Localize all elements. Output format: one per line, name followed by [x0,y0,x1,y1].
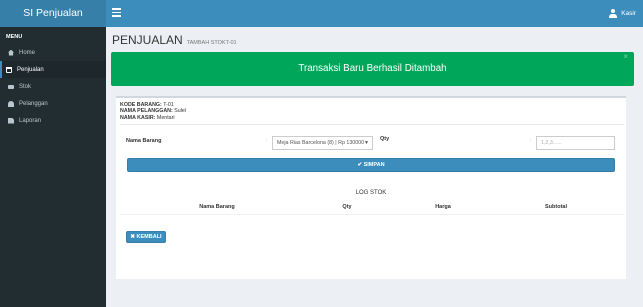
back-button[interactable]: ✖ KEMBALI [126,231,166,243]
success-alert: × Transaksi Baru Berhasil Ditambah [111,52,634,86]
home-icon [8,49,14,56]
table-divider [120,214,624,215]
qty-label: Qty [380,136,390,142]
qty-input[interactable]: 1,2,3...... [536,136,615,150]
chevron-down-icon: ▼ [364,140,369,146]
main-content: PENJUALAN TAMBAH STOKT-01 × Transaksi Bar… [106,27,643,307]
page-title: PENJUALAN TAMBAH STOKT-01 [112,33,237,47]
nama-kasir-value: Mentari [156,114,175,121]
page-title-text: PENJUALAN [112,33,183,47]
sidebar-item-home[interactable]: Home [0,44,106,61]
nama-barang-label: Nama Barang [126,138,162,144]
column-header-subtotal: Subtotal [545,204,567,210]
close-icon[interactable]: × [623,40,628,74]
sidebar-item-stok[interactable]: Stok [0,78,106,95]
select-value: Meja Rias Barcelona (8) | Rp 130000 [277,140,365,146]
nama-kasir-label: NAMA KASIR: [120,114,156,121]
save-button[interactable]: ✔ SIMPAN [127,158,615,172]
user-icon [609,9,618,18]
sidebar-menu-header: MENU [6,34,23,40]
divider [120,124,624,125]
qty-colon: : [530,138,532,144]
sidebar-item-label: Home [19,49,36,56]
sidebar-item-label: Pelanggan [19,100,48,107]
page-subtitle: TAMBAH STOKT-01 [186,40,237,46]
sidebar-item-label: Stok [19,83,32,90]
nama-barang-colon: : [266,138,268,144]
transaction-info: KODE BARANG: T-01 NAMA PELANGGAN: Sulel … [120,102,186,121]
transaction-box: KODE BARANG: T-01 NAMA PELANGGAN: Sulel … [116,96,626,279]
column-header-qty: Qty [342,204,352,210]
nama-barang-select[interactable]: Meja Rias Barcelona (8) | Rp 130000 ▼ [272,136,373,150]
sidebar-item-penjualan[interactable]: Penjualan [0,61,106,78]
user-menu[interactable]: Kasir [609,0,636,27]
log-stok-title: LOG STOK [355,190,387,196]
kode-barang-value: T-01 [163,102,174,108]
top-navbar: SI Penjualan Kasir [0,0,643,27]
sidebar-item-label: Penjualan [17,66,44,73]
column-header-harga: Harga [435,204,451,210]
sidebar-toggle-icon[interactable] [112,8,121,18]
sidebar-item-laporan[interactable]: Laporan [0,112,106,129]
alert-message: Transaksi Baru Berhasil Ditambah [298,63,447,74]
sidebar-item-label: Laporan [19,117,42,124]
nama-pelanggan-value: Sulel [174,108,187,115]
file-icon [8,117,14,124]
truck-icon [8,85,14,89]
brand-logo[interactable]: SI Penjualan [0,0,106,27]
sidebar: MENU Home Penjualan Stok Pelanggan Lapor… [0,27,106,307]
user-name: Kasir [621,10,636,17]
shopping-cart-icon [6,66,12,73]
users-icon [8,100,14,107]
sidebar-item-pelanggan[interactable]: Pelanggan [0,95,106,112]
nama-pelanggan-label: NAMA PELANGGAN: [120,108,173,115]
kode-barang-label: KODE BARANG: [120,102,162,108]
column-header-nama-barang: Nama Barang [199,204,235,210]
